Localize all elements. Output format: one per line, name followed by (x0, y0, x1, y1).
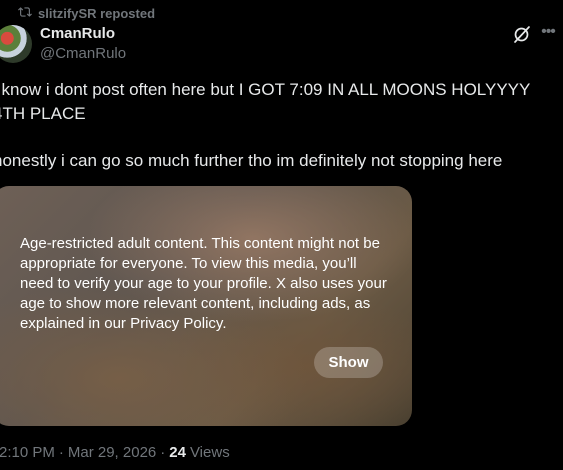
views-count: 24 (169, 444, 186, 461)
post-meta: 2:10 PM · Mar 29, 2026 · 24 Views (0, 444, 230, 461)
views-label: Views (189, 444, 230, 461)
post-date[interactable]: Mar 29, 2026 (68, 444, 156, 461)
more-icon[interactable]: ••• (538, 22, 558, 42)
media-card[interactable]: Age-restricted adult content. This conte… (0, 186, 412, 426)
repost-text[interactable]: slitzifySR reposted (38, 6, 155, 21)
grok-icon[interactable] (512, 24, 532, 44)
author-handle[interactable]: @CmanRulo (40, 45, 126, 62)
show-button[interactable]: Show (314, 347, 383, 378)
repost-indicator[interactable]: slitzifySR reposted (18, 4, 155, 22)
meta-separator: · (58, 444, 64, 461)
age-restriction-warning: Age-restricted adult content. This conte… (20, 235, 387, 332)
post-text: i know i dont post often here but I GOT … (0, 80, 531, 170)
repost-icon (18, 5, 32, 22)
avatar[interactable] (0, 25, 32, 63)
post-time[interactable]: 2:10 PM (0, 444, 55, 461)
author-name[interactable]: CmanRulo (40, 25, 115, 42)
meta-separator: · (160, 444, 166, 461)
